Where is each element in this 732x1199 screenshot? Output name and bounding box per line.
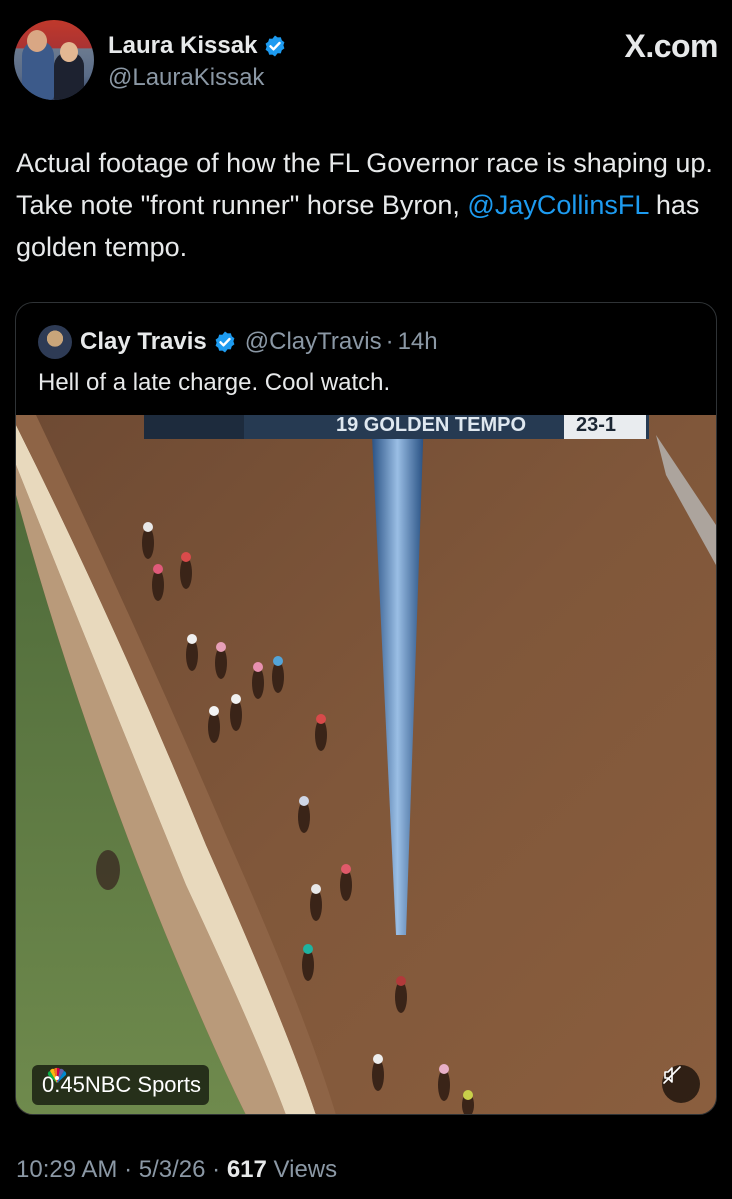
views-label[interactable]: Views (274, 1156, 338, 1183)
video-info-pill: 0:45 NBC Sports (32, 1065, 209, 1105)
tweet-meta: 10:29 AM · 5/3/26 · 617 Views (16, 1156, 337, 1184)
tweet-header: Laura Kissak @LauraKissak X.com (14, 20, 718, 102)
quoted-tweet-text: Hell of a late charge. Cool watch. (38, 369, 391, 396)
video-player[interactable]: 19 GOLDEN TEMPO 23-1 0:45 NBC Sports (16, 415, 716, 1114)
banner-name: 19 GOLDEN TEMPO (336, 415, 526, 436)
mention-link[interactable]: @JayCollinsFL (467, 190, 648, 220)
quoted-tweet-age: 14h (397, 328, 438, 355)
x-logo: X.com (624, 28, 718, 64)
author-handle[interactable]: @LauraKissak (108, 64, 264, 92)
views-count[interactable]: 617 (227, 1156, 267, 1183)
nbc-peacock-icon (47, 1067, 67, 1083)
tweet-time[interactable]: 10:29 AM (16, 1156, 117, 1183)
quoted-tweet-card[interactable]: Clay Travis @ClayTravis · 14h Hell of a … (15, 302, 717, 1115)
author-display-name[interactable]: Laura Kissak (108, 32, 257, 60)
verified-badge-icon (266, 35, 285, 57)
muted-speaker-icon (663, 1066, 681, 1084)
verified-badge-icon (215, 331, 235, 353)
quoted-author-name[interactable]: Clay Travis (80, 328, 207, 356)
quoted-author-handle[interactable]: @ClayTravis (245, 328, 382, 356)
mute-toggle-button[interactable] (662, 1065, 700, 1103)
video-network: NBC Sports (84, 1072, 201, 1097)
race-footage: 19 GOLDEN TEMPO 23-1 (16, 415, 716, 1114)
quoted-tweet-header: Clay Travis @ClayTravis · 14h (38, 325, 438, 359)
separator-dot: · (124, 1156, 133, 1183)
separator-dot: · (385, 328, 394, 355)
tweet-date[interactable]: 5/3/26 (139, 1156, 206, 1183)
author-avatar[interactable] (14, 20, 94, 100)
banner-odds: 23-1 (576, 415, 616, 436)
author-name-row[interactable]: Laura Kissak (108, 32, 287, 60)
separator-dot: · (212, 1156, 221, 1183)
tweet-text: Actual footage of how the FL Governor ra… (16, 142, 716, 268)
quoted-author-avatar[interactable] (38, 325, 72, 359)
